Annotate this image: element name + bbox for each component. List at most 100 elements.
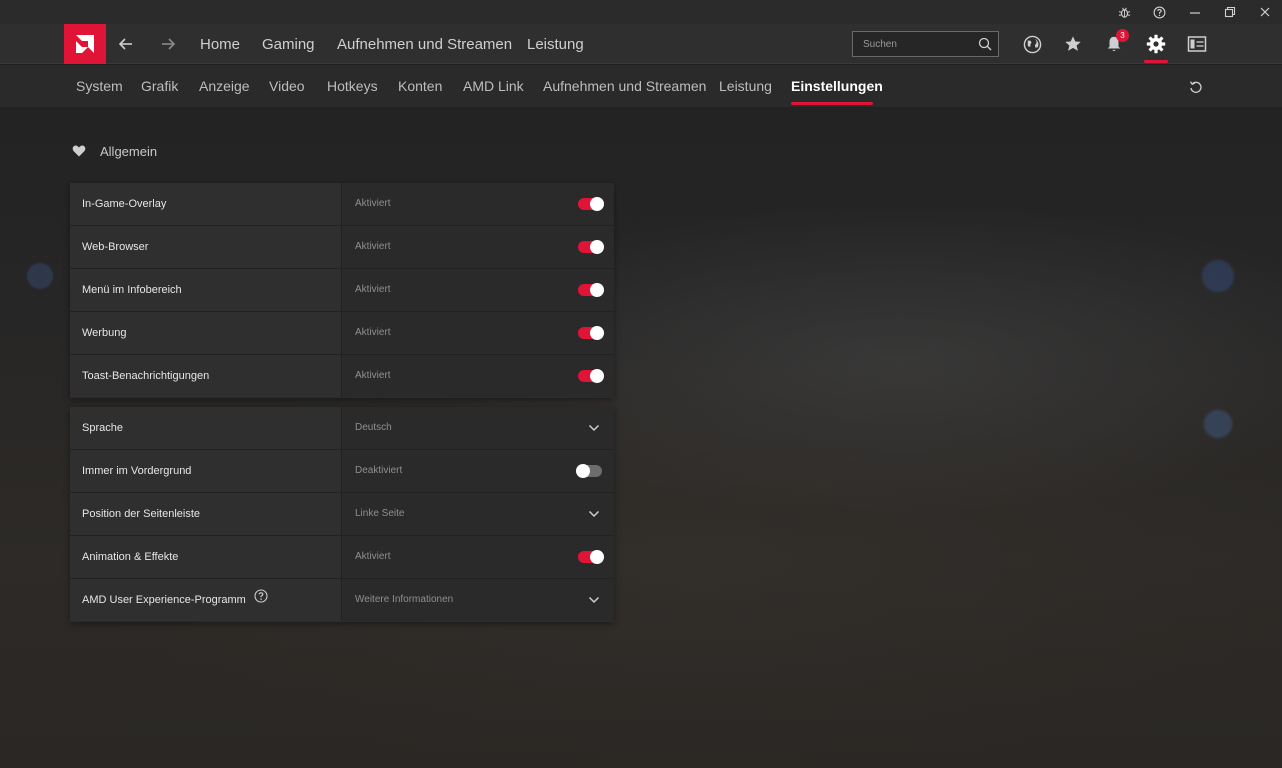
search-box[interactable] xyxy=(852,31,999,57)
settings-panel-2: Sprache Deutsch Immer im Vordergrund Dea… xyxy=(70,407,614,622)
nav-gaming[interactable]: Gaming xyxy=(262,24,315,64)
tab-grafik[interactable]: Grafik xyxy=(141,65,178,107)
tray-menu-toggle[interactable] xyxy=(578,283,604,297)
tab-konten[interactable]: Konten xyxy=(398,65,442,107)
setting-value: Deaktiviert xyxy=(343,450,614,492)
setting-label: Immer im Vordergrund xyxy=(70,450,342,492)
toggle-knob xyxy=(590,197,604,211)
search-input[interactable] xyxy=(853,32,973,56)
tab-active-indicator xyxy=(791,102,873,105)
bug-icon[interactable] xyxy=(1107,0,1142,24)
setting-value: Aktiviert xyxy=(343,536,614,578)
chevron-down-icon[interactable] xyxy=(588,594,600,606)
notification-badge: 3 xyxy=(1116,29,1129,42)
setting-label: Position der Seitenleiste xyxy=(70,493,342,535)
setting-value: Aktiviert xyxy=(343,269,614,311)
setting-value: Aktiviert xyxy=(343,183,614,225)
amd-logo[interactable] xyxy=(64,24,106,64)
setting-row-web-browser: Web-Browser Aktiviert xyxy=(70,226,614,269)
amd-logo-icon xyxy=(76,35,94,53)
setting-value: Aktiviert xyxy=(343,355,614,397)
section-header: Allgemein xyxy=(72,141,157,161)
setting-value-text: Aktiviert xyxy=(355,551,391,562)
heart-icon xyxy=(72,145,86,157)
sidebar-layout-icon[interactable] xyxy=(1179,24,1215,64)
gear-icon[interactable] xyxy=(1138,24,1174,64)
tab-amd-link[interactable]: AMD Link xyxy=(463,65,524,107)
user-experience-dropdown[interactable]: Weitere Informationen xyxy=(343,579,614,621)
setting-label: In-Game-Overlay xyxy=(70,183,342,225)
nav-home[interactable]: Home xyxy=(200,24,240,64)
close-icon[interactable] xyxy=(1247,0,1282,24)
window-titlebar xyxy=(0,0,1282,24)
setting-label: Toast-Benachrichtigungen xyxy=(70,355,342,397)
nav-record-stream[interactable]: Aufnehmen und Streamen xyxy=(337,24,512,64)
globe-icon[interactable] xyxy=(1014,24,1050,64)
toggle-knob xyxy=(590,283,604,297)
toast-notifications-toggle[interactable] xyxy=(578,369,604,383)
sidebar-position-dropdown[interactable]: Linke Seite xyxy=(343,493,614,535)
tab-leistung[interactable]: Leistung xyxy=(719,65,772,107)
tab-record-stream[interactable]: Aufnehmen und Streamen xyxy=(543,65,706,107)
setting-value-text: Aktiviert xyxy=(355,284,391,295)
language-dropdown[interactable]: Deutsch xyxy=(343,407,614,449)
setting-value-text: Aktiviert xyxy=(355,327,391,338)
tab-anzeige[interactable]: Anzeige xyxy=(199,65,250,107)
setting-value-text: Aktiviert xyxy=(355,370,391,381)
toggle-knob xyxy=(590,326,604,340)
animation-effects-toggle[interactable] xyxy=(578,550,604,564)
setting-value-text: Linke Seite xyxy=(355,508,405,519)
top-navigation: Home Gaming Aufnehmen und Streamen Leist… xyxy=(0,24,1282,64)
toggle-knob xyxy=(590,240,604,254)
setting-label: AMD User Experience-Programm xyxy=(82,594,246,606)
setting-value-text: Weitere Informationen xyxy=(355,594,454,605)
setting-row-advertising: Werbung Aktiviert xyxy=(70,312,614,355)
toggle-knob xyxy=(590,369,604,383)
advertising-toggle[interactable] xyxy=(578,326,604,340)
setting-label: Werbung xyxy=(70,312,342,354)
gear-active-indicator xyxy=(1144,60,1168,63)
nav-performance[interactable]: Leistung xyxy=(527,24,584,64)
setting-value-text: Aktiviert xyxy=(355,198,391,209)
web-browser-toggle[interactable] xyxy=(578,240,604,254)
sub-navigation: System Grafik Anzeige Video Hotkeys Kont… xyxy=(0,65,1282,107)
setting-value: Aktiviert xyxy=(343,226,614,268)
chevron-down-icon[interactable] xyxy=(588,422,600,434)
settings-panel-1: In-Game-Overlay Aktiviert Web-Browser Ak… xyxy=(70,183,614,398)
forward-arrow-icon[interactable] xyxy=(153,24,183,64)
tab-hotkeys[interactable]: Hotkeys xyxy=(327,65,378,107)
tab-video[interactable]: Video xyxy=(269,65,305,107)
setting-row-in-game-overlay: In-Game-Overlay Aktiviert xyxy=(70,183,614,226)
setting-row-language: Sprache Deutsch xyxy=(70,407,614,450)
setting-row-always-on-top: Immer im Vordergrund Deaktiviert xyxy=(70,450,614,493)
tab-system[interactable]: System xyxy=(76,65,123,107)
toggle-knob xyxy=(590,550,604,564)
tab-einstellungen[interactable]: Einstellungen xyxy=(791,65,883,107)
setting-label: Animation & Effekte xyxy=(70,536,342,578)
always-on-top-toggle[interactable] xyxy=(576,464,602,478)
setting-row-sidebar-position: Position der Seitenleiste Linke Seite xyxy=(70,493,614,536)
help-icon[interactable] xyxy=(1142,0,1177,24)
setting-value-text: Deaktiviert xyxy=(355,465,403,476)
setting-value-text: Deutsch xyxy=(355,422,392,433)
bell-icon[interactable]: 3 xyxy=(1096,24,1132,64)
setting-label: Menü im Infobereich xyxy=(70,269,342,311)
star-icon[interactable] xyxy=(1055,24,1091,64)
question-circle-icon[interactable] xyxy=(254,579,268,621)
setting-label-container: AMD User Experience-Programm xyxy=(70,579,342,621)
setting-row-tray-menu: Menü im Infobereich Aktiviert xyxy=(70,269,614,312)
minimize-icon[interactable] xyxy=(1177,0,1212,24)
setting-row-toast-notifications: Toast-Benachrichtigungen Aktiviert xyxy=(70,355,614,398)
back-arrow-icon[interactable] xyxy=(111,24,141,64)
setting-label: Web-Browser xyxy=(70,226,342,268)
chevron-down-icon[interactable] xyxy=(588,508,600,520)
setting-row-user-experience-program: AMD User Experience-Programm Weitere Inf… xyxy=(70,579,614,622)
setting-row-animation-effects: Animation & Effekte Aktiviert xyxy=(70,536,614,579)
setting-value: Aktiviert xyxy=(343,312,614,354)
setting-label: Sprache xyxy=(70,407,342,449)
reset-icon[interactable] xyxy=(1186,77,1206,97)
in-game-overlay-toggle[interactable] xyxy=(578,197,604,211)
search-icon[interactable] xyxy=(978,37,992,56)
section-title: Allgemein xyxy=(100,143,158,159)
restore-icon[interactable] xyxy=(1212,0,1247,24)
